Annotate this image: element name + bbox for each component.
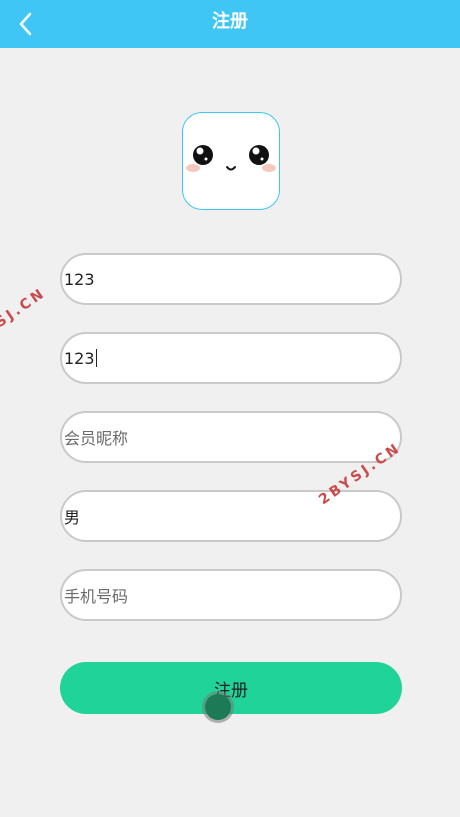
password-field[interactable]: 123 <box>60 332 402 384</box>
account-field[interactable]: 123 <box>60 253 402 305</box>
text-cursor <box>95 349 97 367</box>
page-title: 注册 <box>212 11 248 32</box>
register-button[interactable]: 注册 <box>60 662 402 714</box>
watermark-left: SJ.CN <box>0 284 49 332</box>
gender-value: 男 <box>64 508 81 527</box>
avatar <box>182 112 280 210</box>
touch-indicator <box>205 694 231 720</box>
gender-field[interactable]: 男 <box>60 490 402 542</box>
password-value: 123 <box>64 348 95 368</box>
phone-placeholder: 手机号码 <box>64 587 129 606</box>
nickname-placeholder: 会员昵称 <box>64 429 129 448</box>
app-header: 注册 <box>0 0 460 48</box>
kawaii-face-icon <box>186 145 276 172</box>
phone-field[interactable]: 手机号码 <box>60 569 402 621</box>
nickname-field[interactable]: 会员昵称 <box>60 411 402 463</box>
account-value: 123 <box>64 269 95 289</box>
